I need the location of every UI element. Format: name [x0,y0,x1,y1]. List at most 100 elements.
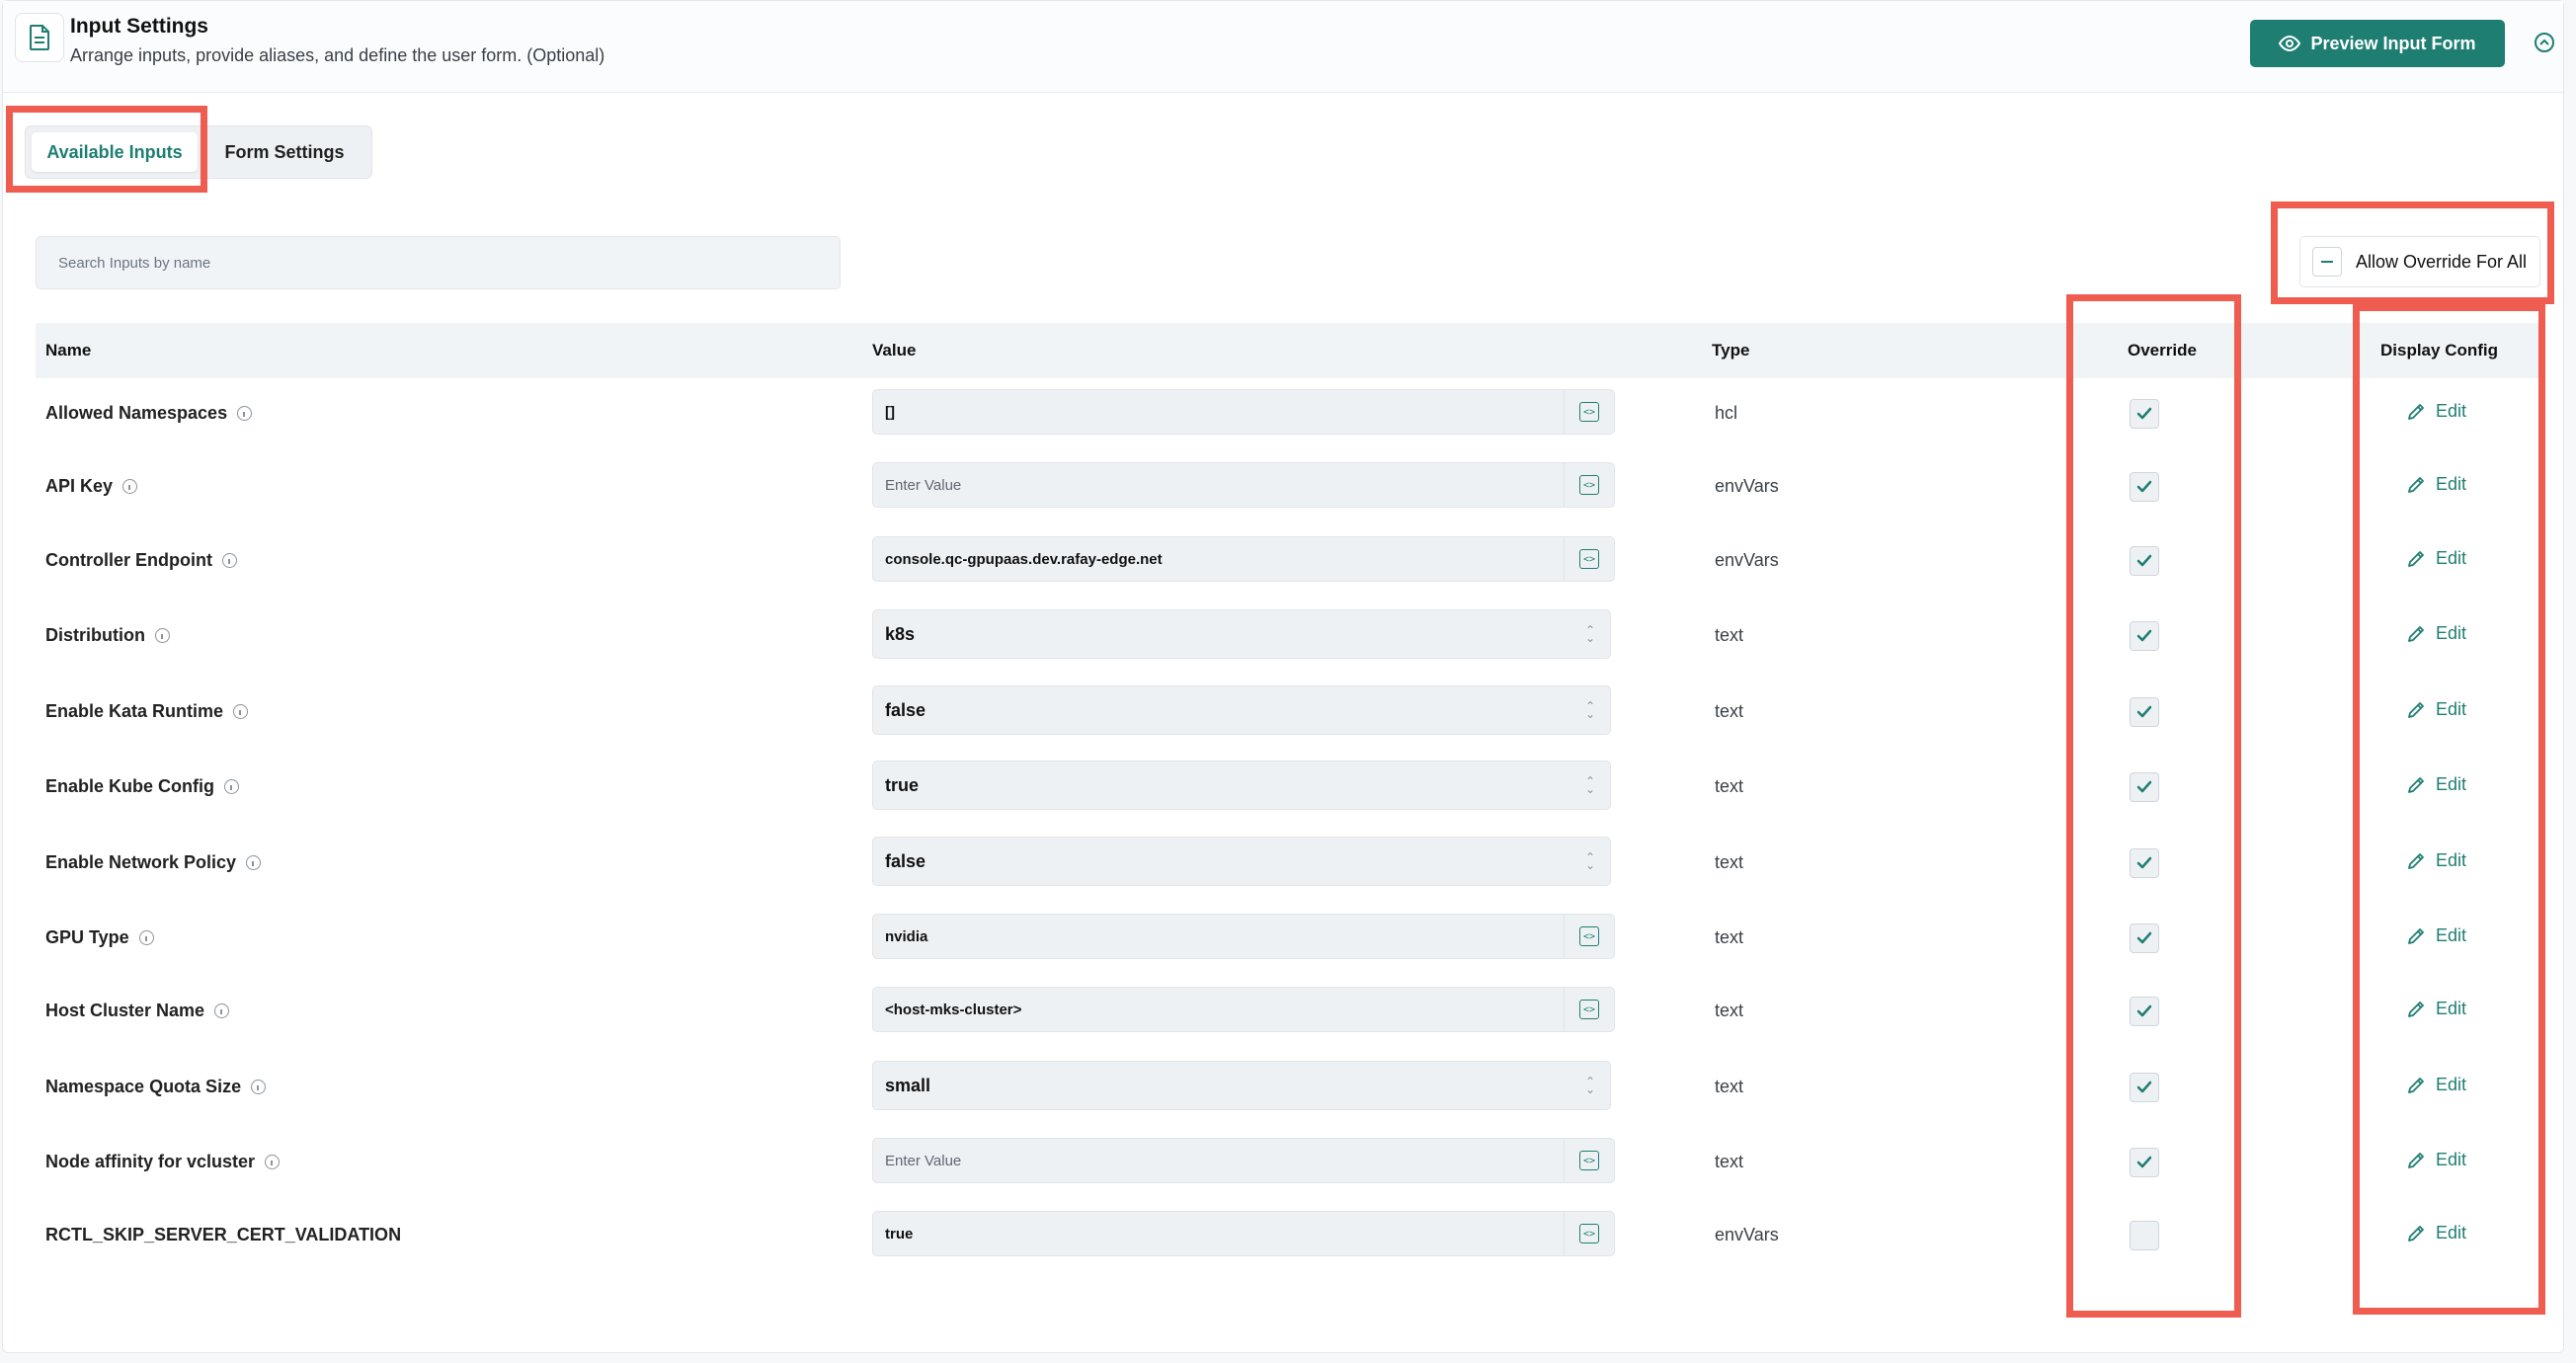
edit-display-config-link[interactable]: Edit [2406,774,2466,795]
tab-bar: Available Inputs Form Settings [25,125,372,179]
code-icon: <> [1579,1000,1599,1019]
collapse-icon[interactable] [2533,31,2556,54]
info-icon[interactable] [233,704,249,719]
eye-icon [2279,36,2301,51]
value-select[interactable]: true ⌃ ⌄ [872,761,1611,810]
override-checkbox[interactable] [2130,621,2159,651]
edit-display-config-link[interactable]: Edit [2406,1150,2466,1170]
select-chevron-icon[interactable]: ⌃ ⌄ [1570,851,1610,871]
edit-display-config-link[interactable]: Edit [2406,999,2466,1019]
override-checkbox[interactable] [2130,546,2159,576]
code-icon: <> [1579,926,1599,946]
search-input[interactable]: Search Inputs by name [36,236,841,289]
input-type: text [1715,776,1744,796]
input-name-label: Node affinity for vcluster [45,1152,256,1171]
override-checkbox[interactable] [2130,697,2159,727]
tab-available-inputs[interactable]: Available Inputs [32,132,198,172]
input-name: Namespace Quota Size [45,1077,267,1097]
info-icon[interactable] [214,1003,230,1018]
edit-display-config-link[interactable]: Edit [2406,401,2466,422]
override-checkbox[interactable] [2130,1221,2159,1250]
value-select[interactable]: small ⌃ ⌄ [872,1061,1611,1110]
edit-display-config-link[interactable]: Edit [2406,925,2466,946]
code-editor-button[interactable]: <> [1564,1139,1614,1182]
override-checkbox[interactable] [2130,472,2159,502]
edit-display-config-link[interactable]: Edit [2406,1075,2466,1095]
edit-label: Edit [2436,401,2467,421]
code-editor-button[interactable]: <> [1564,915,1614,958]
info-icon[interactable] [155,628,170,643]
code-editor-button[interactable]: <> [1564,390,1614,434]
preview-input-form-button[interactable]: Preview Input Form [2250,20,2505,67]
value-text: nvidia [885,927,928,945]
value-input[interactable]: true <> [872,1211,1615,1256]
info-icon[interactable] [138,930,154,945]
edit-display-config-link[interactable]: Edit [2406,548,2466,569]
edit-display-config-link[interactable]: Edit [2406,623,2466,644]
info-icon[interactable] [246,855,262,870]
header: Input Settings Arrange inputs, provide a… [3,1,2563,93]
override-checkbox[interactable] [2130,1073,2159,1102]
value-input[interactable]: nvidia <> [872,914,1615,959]
code-editor-button[interactable]: <> [1564,1212,1614,1255]
indeterminate-checkbox-icon[interactable] [2312,247,2342,277]
column-type: Type [1712,341,1750,360]
edit-display-config-link[interactable]: Edit [2406,1223,2466,1243]
input-type: text [1715,1001,1744,1020]
code-editor-button[interactable]: <> [1564,463,1614,507]
select-chevron-icon[interactable]: ⌃ ⌄ [1570,775,1610,795]
edit-label: Edit [2436,850,2467,870]
pencil-icon [2406,775,2426,795]
info-icon[interactable] [122,479,138,494]
override-checkbox[interactable] [2130,772,2159,802]
value-input[interactable]: [] <> [872,389,1615,435]
value-text: <host-mks-cluster> [885,1001,1022,1018]
column-name: Name [45,341,92,360]
code-editor-button[interactable]: <> [1564,537,1614,581]
override-checkbox[interactable] [2130,1148,2159,1177]
value-text: true [885,774,920,795]
value-text: Enter Value [885,1152,962,1169]
value-text: false [885,850,926,871]
info-icon[interactable] [237,406,253,421]
value-input[interactable]: <host-mks-cluster> <> [872,987,1615,1032]
input-type: text [1715,1152,1744,1171]
table-row: Node affinity for vcluster Enter Value <> t… [3,1129,2563,1198]
value-select[interactable]: k8s ⌃ ⌄ [872,609,1611,659]
value-text: false [885,699,926,720]
input-settings-card: Input Settings Arrange inputs, provide a… [2,0,2564,1353]
input-type: envVars [1715,476,1779,496]
edit-display-config-link[interactable]: Edit [2406,474,2466,495]
value-text: k8s [885,623,916,644]
document-icon [15,13,64,62]
override-checkbox[interactable] [2130,399,2159,429]
code-editor-button[interactable]: <> [1564,988,1614,1031]
input-name: Distribution [45,625,170,646]
input-name: API Key [45,476,138,497]
info-icon[interactable] [251,1080,267,1094]
pencil-icon [2406,1076,2426,1095]
value-input[interactable]: Enter Value <> [872,1138,1615,1183]
edit-display-config-link[interactable]: Edit [2406,850,2466,871]
allow-override-all-button[interactable]: Allow Override For All [2299,236,2540,287]
value-select[interactable]: false ⌃ ⌄ [872,837,1611,886]
value-select[interactable]: false ⌃ ⌄ [872,685,1611,735]
input-type: text [1715,701,1744,721]
value-input[interactable]: Enter Value <> [872,462,1615,508]
select-chevron-icon[interactable]: ⌃ ⌄ [1570,624,1610,644]
select-chevron-icon[interactable]: ⌃ ⌄ [1570,700,1610,720]
override-checkbox[interactable] [2130,848,2159,878]
info-icon[interactable] [221,553,237,568]
allow-override-all-label: Allow Override For All [2356,251,2528,272]
edit-display-config-link[interactable]: Edit [2406,699,2466,720]
info-icon[interactable] [224,779,239,794]
info-icon[interactable] [265,1155,281,1169]
value-input[interactable]: console.qc-gpupaas.dev.rafay-edge.net <> [872,536,1615,582]
table-header: Name Value Type Override Display Config [36,323,2544,378]
tab-form-settings[interactable]: Form Settings [215,132,354,172]
column-value: Value [872,341,917,360]
select-chevron-icon[interactable]: ⌃ ⌄ [1570,1076,1610,1095]
input-name-label: Enable Kata Runtime [45,701,224,721]
override-checkbox[interactable] [2130,923,2159,953]
override-checkbox[interactable] [2130,997,2159,1026]
